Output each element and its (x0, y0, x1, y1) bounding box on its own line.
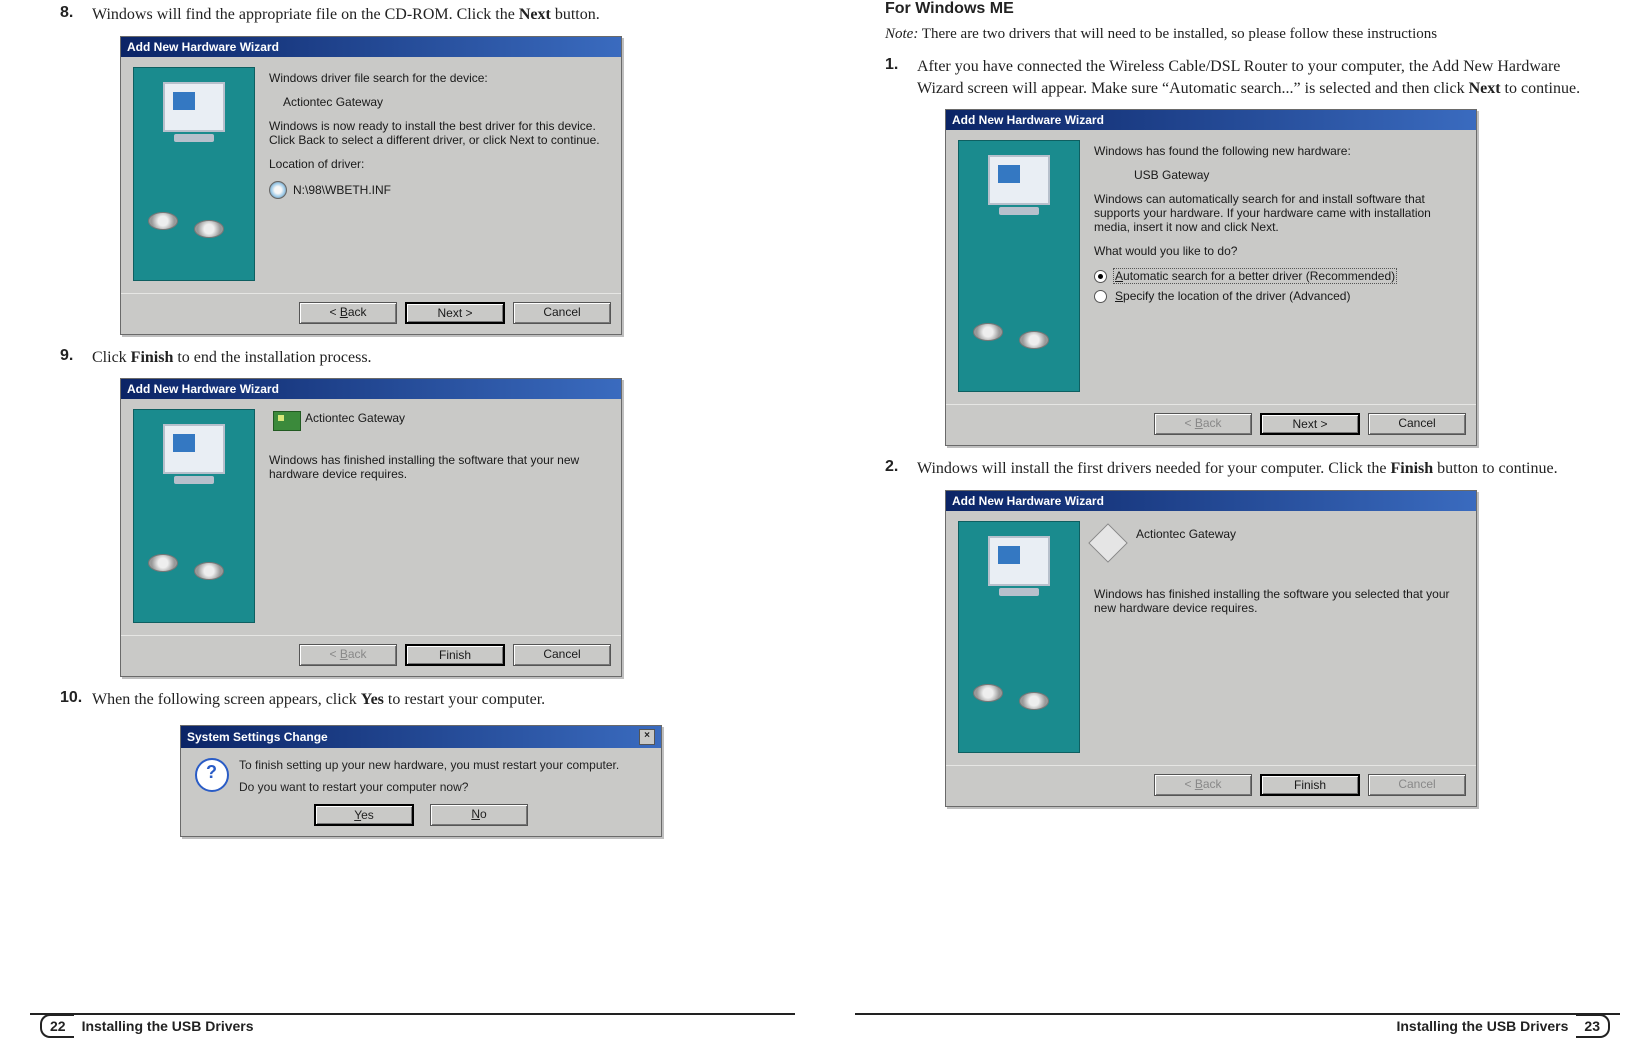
back-button-disabled: < Back (1154, 774, 1252, 796)
step-text: Windows will install the first drivers n… (917, 458, 1558, 480)
cancel-button-disabled: Cancel (1368, 774, 1466, 796)
yes-button[interactable]: Yes (314, 804, 414, 826)
device-name: USB Gateway (1134, 168, 1464, 182)
disc-icon (194, 220, 224, 238)
disc-icon (1019, 692, 1049, 710)
next-button[interactable]: Next > (405, 302, 505, 324)
section-heading: For Windows ME (885, 0, 1590, 18)
cancel-button[interactable]: Cancel (513, 644, 611, 666)
monitor-icon (163, 82, 225, 132)
page-number: 22 (40, 1014, 74, 1038)
dialog-text: Do you want to restart your computer now… (239, 780, 619, 794)
wizard-sidebar-graphic (133, 409, 255, 623)
cd-icon (269, 181, 287, 199)
page-right: For Windows ME Note: There are two drive… (825, 0, 1650, 1045)
wizard-sidebar-graphic (133, 67, 255, 281)
dialog-title: System Settings Change (187, 730, 328, 744)
step-2: 2. Windows will install the first driver… (885, 458, 1590, 480)
diamond-icon (1088, 523, 1128, 563)
wizard-sidebar-graphic (958, 521, 1080, 753)
back-button-disabled: < Back (299, 644, 397, 666)
step-1: 1. After you have connected the Wireless… (885, 56, 1590, 99)
radio-selected-icon (1094, 270, 1107, 283)
footer-title: Installing the USB Drivers (82, 1018, 254, 1034)
monitor-icon (988, 536, 1050, 586)
step-text: When the following screen appears, click… (92, 689, 545, 711)
restart-prompt-dialog: System Settings Change × To finish setti… (180, 725, 662, 837)
finish-button[interactable]: Finish (405, 644, 505, 666)
hardware-chip-icon (273, 411, 301, 431)
step-9: 9. Click Finish to end the installation … (60, 347, 765, 369)
wizard-sidebar-graphic (958, 140, 1080, 392)
step-number: 10. (60, 689, 92, 707)
dialog-text: Windows has finished installing the soft… (269, 453, 609, 481)
disc-icon (1019, 331, 1049, 349)
disc-icon (148, 212, 178, 230)
cancel-button[interactable]: Cancel (1368, 413, 1466, 435)
dialog-title: Add New Hardware Wizard (121, 379, 621, 399)
step-8: 8. Windows will find the appropriate fil… (60, 4, 765, 26)
back-button-disabled: < Back (1154, 413, 1252, 435)
disc-icon (973, 323, 1003, 341)
page-number: 23 (1576, 1014, 1610, 1038)
dialog-text: Windows has finished installing the soft… (1094, 587, 1464, 615)
device-name: Actiontec Gateway (283, 95, 609, 109)
driver-location: N:\98\WBETH.INF (269, 181, 609, 199)
step-text: Click Finish to end the installation pro… (92, 347, 372, 369)
footer-left: 22 Installing the USB Drivers (0, 1014, 825, 1038)
next-button[interactable]: Next > (1260, 413, 1360, 435)
dialog-text: Windows driver file search for the devic… (269, 71, 609, 85)
step-number: 1. (885, 56, 917, 74)
step-text: After you have connected the Wireless Ca… (917, 56, 1590, 99)
dialog-title: Add New Hardware Wizard (946, 110, 1476, 130)
cancel-button[interactable]: Cancel (513, 302, 611, 324)
disc-icon (148, 554, 178, 572)
wizard-dialog-finished-me: Add New Hardware Wizard Actiontec Gatewa… (945, 490, 1477, 807)
monitor-icon (988, 155, 1050, 205)
dialog-title: Add New Hardware Wizard (121, 37, 621, 57)
radio-automatic-search[interactable]: Automatic search for a better driver (Re… (1094, 268, 1464, 284)
device-name: Actiontec Gateway (1136, 527, 1236, 541)
dialog-text: To finish setting up your new hardware, … (239, 758, 619, 772)
dialog-text: Windows can automatically search for and… (1094, 192, 1464, 234)
footer-right: Installing the USB Drivers 23 (825, 1014, 1650, 1038)
wizard-dialog-found-hardware: Add New Hardware Wizard Windows has foun… (945, 109, 1477, 446)
wizard-dialog-driver-search: Add New Hardware Wizard Windows driver f… (120, 36, 622, 335)
dialog-text: Windows is now ready to install the best… (269, 119, 609, 147)
dialog-title: Add New Hardware Wizard (946, 491, 1476, 511)
prompt-text: What would you like to do? (1094, 244, 1464, 258)
monitor-icon (163, 424, 225, 474)
close-icon[interactable]: × (639, 729, 655, 745)
page-left: 8. Windows will find the appropriate fil… (0, 0, 825, 1045)
dialog-text: Windows has found the following new hard… (1094, 144, 1464, 158)
step-number: 2. (885, 458, 917, 476)
no-button[interactable]: No (430, 804, 528, 826)
step-10: 10. When the following screen appears, c… (60, 689, 765, 711)
device-name: Actiontec Gateway (305, 411, 609, 425)
location-label: Location of driver: (269, 157, 609, 171)
question-icon (195, 758, 229, 792)
footer-title: Installing the USB Drivers (1396, 1018, 1568, 1034)
note-line: Note: There are two drivers that will ne… (885, 24, 1590, 44)
disc-icon (973, 684, 1003, 702)
finish-button[interactable]: Finish (1260, 774, 1360, 796)
radio-unselected-icon (1094, 290, 1107, 303)
disc-icon (194, 562, 224, 580)
back-button[interactable]: < Back (299, 302, 397, 324)
step-number: 8. (60, 4, 92, 22)
step-text: Windows will find the appropriate file o… (92, 4, 600, 26)
wizard-dialog-finished: Add New Hardware Wizard Actiontec Gatewa… (120, 378, 622, 677)
radio-specify-location[interactable]: Specify the location of the driver (Adva… (1094, 288, 1464, 304)
step-number: 9. (60, 347, 92, 365)
